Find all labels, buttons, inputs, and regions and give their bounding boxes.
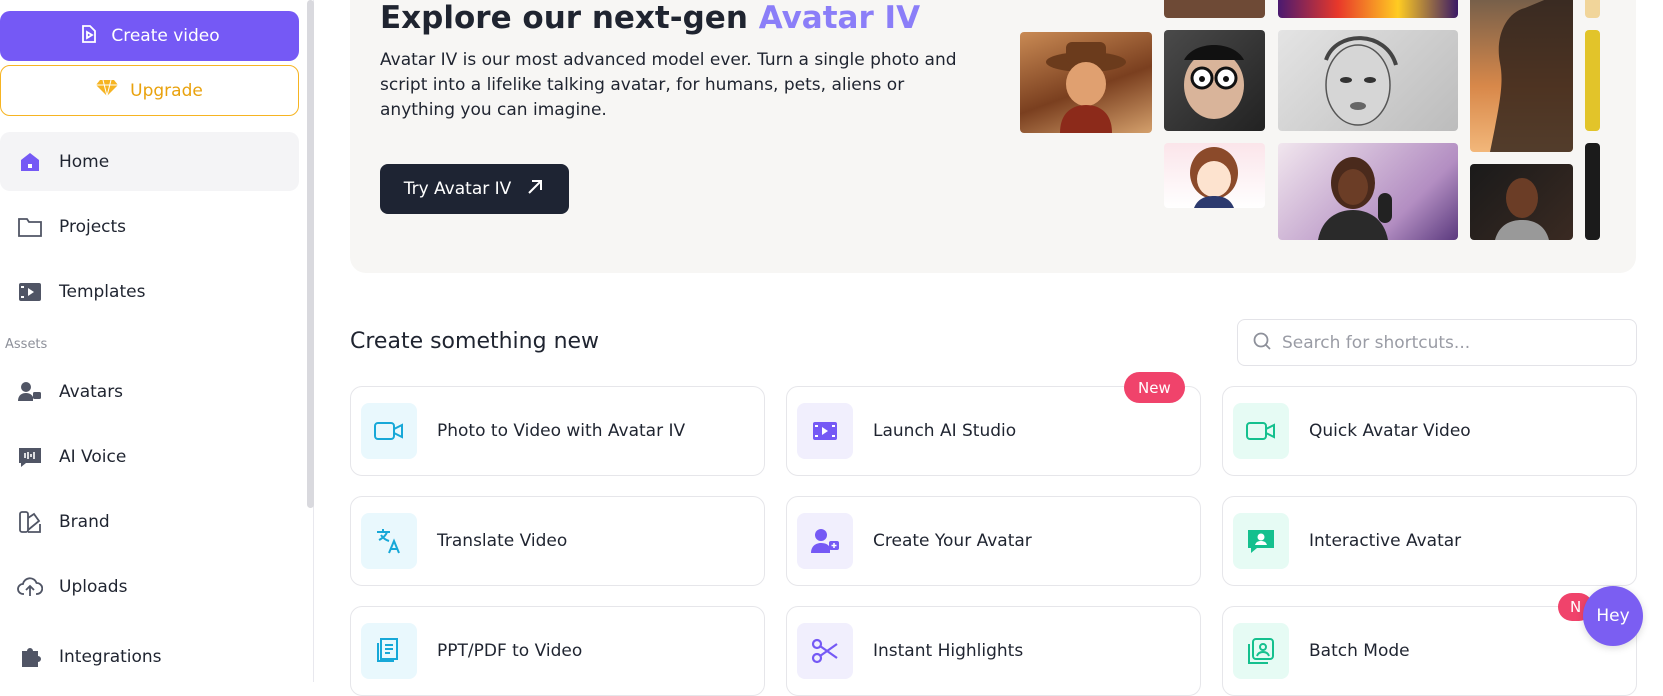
sketch-portrait-image [1278, 30, 1458, 131]
banner-title-accent: Avatar IV [758, 0, 921, 36]
arrow-up-right-icon [525, 177, 545, 202]
card-label: Quick Avatar Video [1309, 421, 1471, 441]
sidebar-item-label: AI Voice [59, 446, 127, 467]
try-avatar-iv-button[interactable]: Try Avatar IV [380, 164, 569, 214]
film-icon [797, 403, 853, 459]
chat-assistant-button[interactable]: Hey [1583, 586, 1643, 646]
card-label: Batch Mode [1309, 641, 1410, 661]
sidebar-item-label: Brand [59, 511, 110, 532]
new-badge: New [1124, 372, 1185, 403]
create-video-label: Create video [111, 26, 220, 46]
card-interactive-avatar[interactable]: Interactive Avatar [1222, 496, 1637, 586]
sidebar-item-ai-voice[interactable]: AI Voice [0, 427, 299, 486]
scissors-icon [797, 623, 853, 679]
card-label: Create Your Avatar [873, 531, 1032, 551]
shortcut-search[interactable] [1237, 319, 1637, 366]
try-avatar-iv-label: Try Avatar IV [403, 179, 512, 199]
silhouette-profile-image [1470, 0, 1573, 152]
upgrade-button[interactable]: Upgrade [0, 65, 299, 116]
card-translate-video[interactable]: Translate Video [350, 496, 765, 586]
card-quick-avatar-video[interactable]: Quick Avatar Video [1222, 386, 1637, 476]
document-icon [361, 623, 417, 679]
cropped-image-2 [1585, 30, 1600, 131]
sidebar-item-integrations[interactable]: Integrations [0, 627, 299, 686]
sidebar-item-projects[interactable]: Projects [0, 197, 299, 256]
diamond-icon [96, 79, 119, 102]
card-ppt-pdf-to-video[interactable]: PPT/PDF to Video [350, 606, 765, 696]
create-video-icon [79, 24, 99, 49]
main-content: Explore our next-gen Avatar IV Avatar IV… [314, 0, 1663, 696]
video-camera-icon [1233, 403, 1289, 459]
sidebar-item-brand[interactable]: Brand [0, 492, 299, 551]
puzzle-icon [0, 627, 59, 686]
card-instant-highlights[interactable]: Instant Highlights [786, 606, 1201, 696]
sidebar-item-home[interactable]: Home [0, 132, 299, 191]
card-label: Launch AI Studio [873, 421, 1017, 441]
portrait-image-top [1164, 0, 1265, 18]
search-icon [1252, 331, 1272, 355]
card-label: Interactive Avatar [1309, 531, 1462, 551]
user-add-icon [797, 513, 853, 569]
translate-icon [361, 513, 417, 569]
video-camera-icon [361, 403, 417, 459]
create-video-button[interactable]: Create video [0, 11, 299, 61]
sidebar-item-label: Home [59, 151, 110, 172]
brand-icon [0, 492, 59, 551]
banner-title: Explore our next-gen Avatar IV [380, 0, 920, 36]
chat-assistant-label: Hey [1596, 606, 1630, 626]
card-label: Instant Highlights [873, 641, 1024, 661]
chat-avatar-icon [1233, 513, 1289, 569]
sidebar: Create video Upgrade Home Projects Templ… [0, 0, 314, 682]
puppet-avatar-image [1164, 30, 1265, 131]
search-input[interactable] [1282, 332, 1612, 353]
woman-portrait-image [1470, 164, 1573, 240]
avatar-iv-banner: Explore our next-gen Avatar IV Avatar IV… [350, 0, 1636, 273]
upgrade-label: Upgrade [130, 80, 203, 101]
assets-section-label: Assets [5, 337, 48, 352]
batch-icon [1233, 623, 1289, 679]
hero-image-top [1278, 0, 1458, 18]
podcaster-avatar-image [1278, 143, 1458, 240]
card-create-your-avatar[interactable]: Create Your Avatar [786, 496, 1201, 586]
sidebar-item-templates[interactable]: Templates [0, 262, 299, 321]
anime-avatar-image [1164, 143, 1265, 208]
sidebar-scrollbar[interactable] [307, 0, 314, 508]
card-label: PPT/PDF to Video [437, 641, 583, 661]
folder-icon [0, 197, 59, 256]
sidebar-item-label: Avatars [59, 381, 124, 402]
cropped-image-1 [1585, 0, 1600, 18]
section-title: Create something new [350, 329, 600, 354]
cowboy-avatar-image [1020, 32, 1152, 133]
card-label: Translate Video [437, 531, 568, 551]
sidebar-item-uploads[interactable]: Uploads [0, 557, 299, 616]
card-label: Photo to Video with Avatar IV [437, 421, 686, 441]
sidebar-item-avatars[interactable]: Avatars [0, 362, 299, 421]
banner-title-main: Explore our next-gen [380, 0, 759, 36]
sidebar-item-label: Templates [59, 281, 146, 302]
home-icon [0, 132, 59, 191]
card-photo-to-video[interactable]: Photo to Video with Avatar IV [350, 386, 765, 476]
cropped-image-3 [1585, 143, 1600, 240]
templates-icon [0, 262, 59, 321]
banner-description: Avatar IV is our most advanced model eve… [380, 50, 957, 120]
sidebar-item-label: Integrations [59, 646, 162, 667]
upload-cloud-icon [0, 557, 59, 616]
sidebar-item-label: Uploads [59, 576, 128, 597]
avatar-icon [0, 362, 59, 421]
sidebar-item-label: Projects [59, 216, 127, 237]
voice-icon [0, 427, 59, 486]
